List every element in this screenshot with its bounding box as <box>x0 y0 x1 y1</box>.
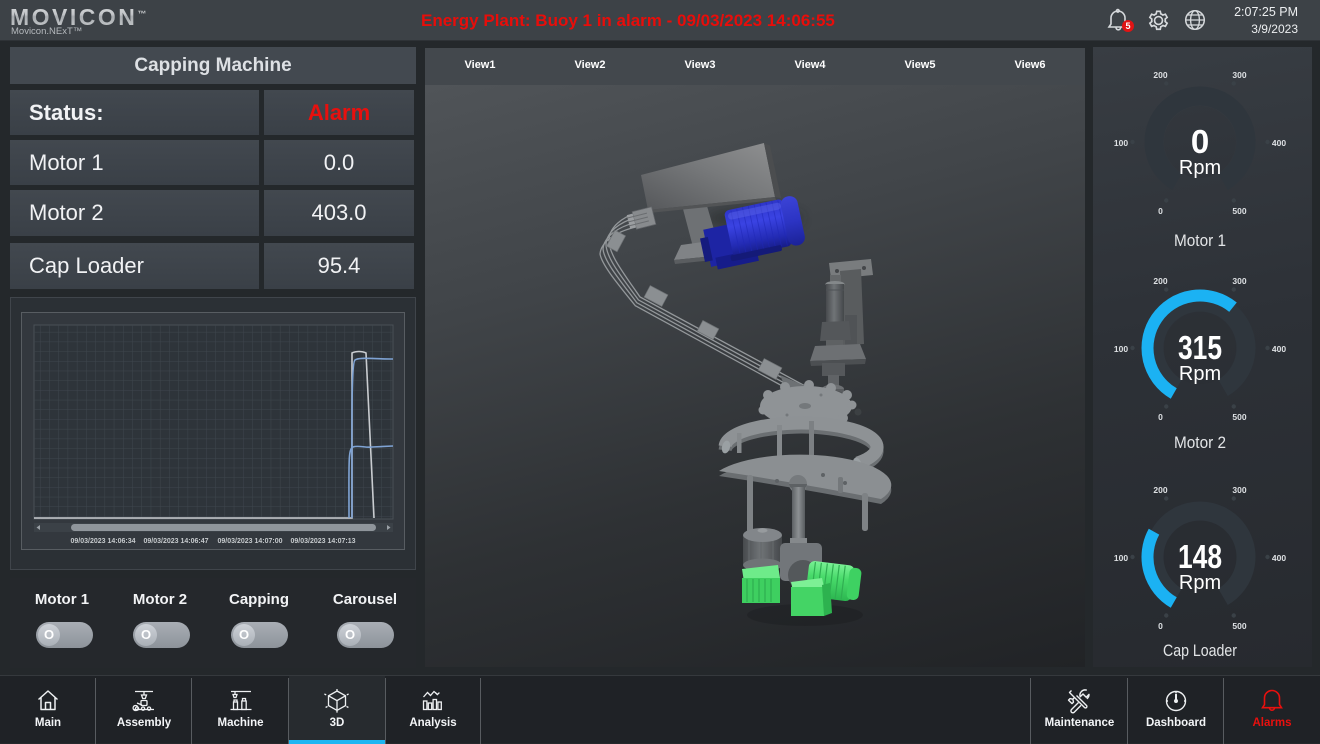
svg-text:Rpm: Rpm <box>1179 572 1221 594</box>
svg-text:200: 200 <box>1153 485 1167 495</box>
svg-text:0: 0 <box>1158 412 1163 422</box>
svg-text:0: 0 <box>1158 621 1163 631</box>
svg-text:100: 100 <box>1114 553 1128 563</box>
svg-text:Rpm: Rpm <box>1179 363 1221 385</box>
svg-text:300: 300 <box>1232 276 1246 286</box>
svg-text:09/03/2023 14:06:34: 09/03/2023 14:06:34 <box>71 538 136 545</box>
svg-text:Motor 2: Motor 2 <box>1174 433 1226 452</box>
svg-text:09/03/2023 14:06:47: 09/03/2023 14:06:47 <box>144 538 209 545</box>
svg-text:300: 300 <box>1232 485 1246 495</box>
svg-text:0: 0 <box>1191 123 1209 160</box>
svg-text:400: 400 <box>1272 344 1286 354</box>
svg-text:0: 0 <box>1158 206 1163 216</box>
svg-text:315: 315 <box>1178 329 1222 366</box>
svg-text:200: 200 <box>1153 276 1167 286</box>
svg-text:500: 500 <box>1232 621 1246 631</box>
svg-text:200: 200 <box>1153 70 1167 80</box>
svg-text:300: 300 <box>1232 70 1246 80</box>
svg-text:100: 100 <box>1114 138 1128 148</box>
svg-text:09/03/2023 14:07:00: 09/03/2023 14:07:00 <box>218 538 283 545</box>
svg-text:500: 500 <box>1232 206 1246 216</box>
svg-text:500: 500 <box>1232 412 1246 422</box>
svg-text:400: 400 <box>1272 553 1286 563</box>
svg-text:400: 400 <box>1272 138 1286 148</box>
svg-text:Rpm: Rpm <box>1179 157 1221 179</box>
svg-text:148: 148 <box>1178 538 1222 575</box>
svg-text:09/03/2023 14:07:13: 09/03/2023 14:07:13 <box>291 538 356 545</box>
svg-text:Cap Loader: Cap Loader <box>1163 641 1237 660</box>
svg-text:100: 100 <box>1114 344 1128 354</box>
svg-text:Motor 1: Motor 1 <box>1174 231 1226 250</box>
